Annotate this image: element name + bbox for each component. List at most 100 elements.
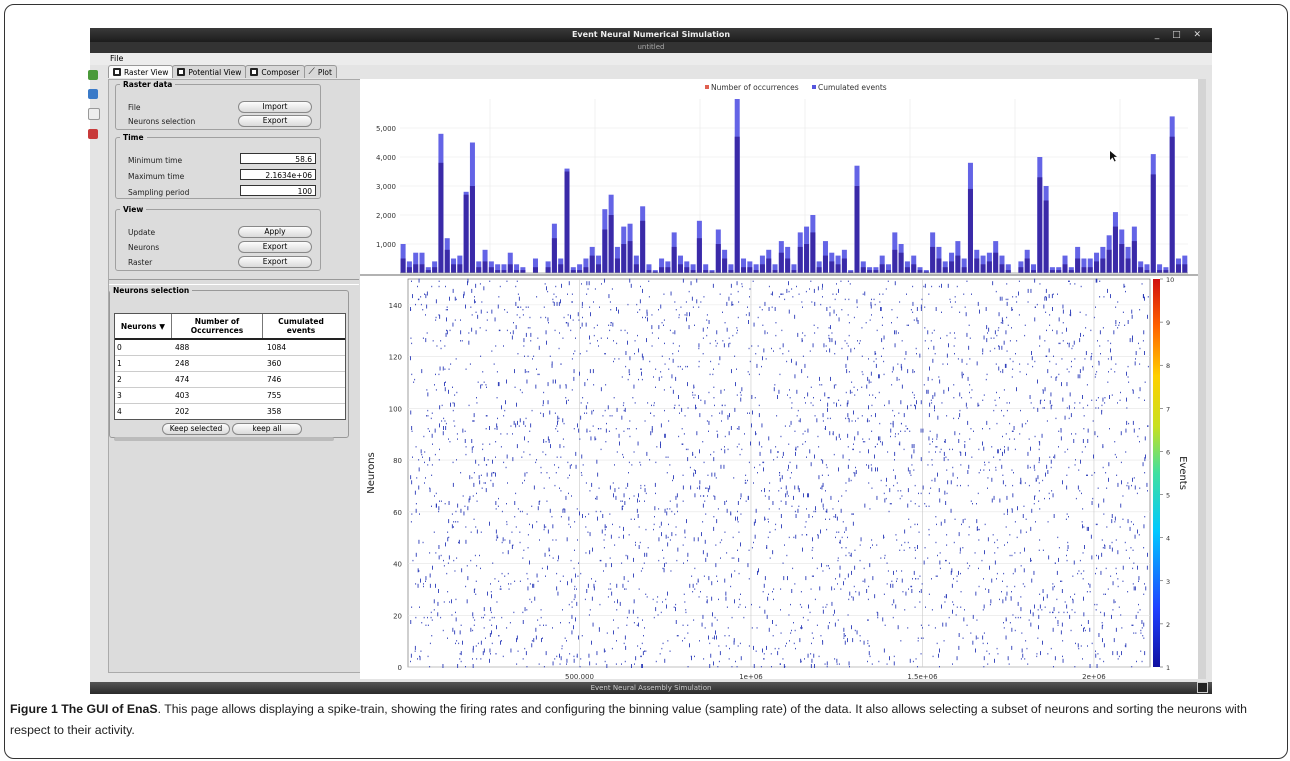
spike-mark <box>485 384 487 386</box>
raster-export-button[interactable]: Export <box>238 256 312 268</box>
tab-label: Raster View <box>124 67 169 77</box>
spike-mark <box>492 562 494 564</box>
histogram-bar-occurrences <box>715 244 721 273</box>
dock-app-icon[interactable] <box>88 89 98 99</box>
spike-mark <box>1034 495 1035 500</box>
vertical-scrollbar[interactable] <box>1198 79 1206 679</box>
sampling-period-field[interactable]: 100 <box>240 185 316 196</box>
spike-mark <box>573 369 575 374</box>
spike-mark <box>681 368 683 370</box>
spike-mark <box>1114 601 1116 603</box>
spike-mark <box>659 526 661 528</box>
spike-mark <box>1115 627 1117 632</box>
spike-mark <box>686 519 687 524</box>
spike-mark <box>907 467 909 472</box>
spike-mark <box>506 433 508 435</box>
spike-mark <box>727 415 729 417</box>
tab-potential-view[interactable]: Potential View <box>172 65 247 78</box>
col-neurons[interactable]: Neurons ▼ <box>115 314 172 338</box>
spike-mark <box>841 495 843 497</box>
tab-plot[interactable]: ⟋ Plot <box>303 65 337 78</box>
spike-mark <box>867 642 869 645</box>
import-button[interactable]: Import <box>238 101 312 113</box>
spike-mark <box>910 404 912 407</box>
spike-mark <box>1057 293 1058 295</box>
splitter[interactable] <box>109 279 359 285</box>
spike-mark <box>560 622 561 624</box>
spike-mark <box>549 554 551 557</box>
table-row[interactable]: 4 202 358 <box>115 404 345 419</box>
spike-mark <box>883 648 885 653</box>
tab-label: Potential View <box>188 67 242 77</box>
export-selection-button[interactable]: Export <box>238 115 312 127</box>
spike-mark <box>1082 658 1083 660</box>
table-row[interactable]: 2 474 746 <box>115 372 345 388</box>
spike-mark <box>682 624 684 626</box>
spike-mark <box>838 500 839 502</box>
spike-mark <box>874 594 876 599</box>
spike-mark <box>491 472 493 477</box>
spike-mark <box>804 334 806 337</box>
neurons-export-button[interactable]: Export <box>238 241 312 253</box>
spike-mark <box>957 477 958 479</box>
raster-xtick: 1.5e+06 <box>907 673 938 679</box>
spike-mark <box>1025 640 1027 642</box>
spike-mark <box>966 280 968 282</box>
spike-mark <box>1086 474 1087 476</box>
spike-mark <box>637 498 638 503</box>
histogram-bar-occurrences <box>797 246 803 273</box>
tab-composer[interactable]: Composer <box>245 65 305 78</box>
spike-mark <box>959 413 961 418</box>
spike-mark <box>1104 402 1106 404</box>
spike-mark <box>422 456 423 458</box>
spike-mark <box>814 332 816 334</box>
spike-mark <box>592 369 594 374</box>
spike-mark <box>604 278 605 283</box>
spike-mark <box>1030 609 1031 614</box>
dock-app-icon[interactable] <box>88 70 98 80</box>
spike-mark <box>1050 405 1052 410</box>
horizontal-scrollbar[interactable] <box>114 437 334 441</box>
col-cumulated[interactable]: Cumulated events <box>263 314 339 338</box>
spike-mark <box>1004 446 1005 448</box>
dock-app-icon[interactable] <box>88 129 98 139</box>
spike-mark <box>568 281 570 286</box>
spike-mark <box>1132 335 1133 340</box>
spike-mark <box>1062 655 1063 658</box>
spike-mark <box>726 500 727 502</box>
spike-mark <box>731 303 733 306</box>
menu-file[interactable]: File <box>110 54 123 63</box>
spike-mark <box>1034 317 1036 322</box>
apply-button[interactable]: Apply <box>238 226 312 238</box>
col-occurrences[interactable]: Number of Occurrences <box>172 314 263 338</box>
spike-mark <box>985 378 987 381</box>
spike-mark <box>822 482 824 487</box>
histogram-bar-occurrences <box>879 264 885 273</box>
spike-mark <box>483 616 484 619</box>
spike-mark <box>935 516 937 518</box>
tab-raster-view[interactable]: Raster View <box>108 65 174 78</box>
spike-mark <box>410 521 412 523</box>
table-row[interactable]: 1 248 360 <box>115 356 345 372</box>
spike-mark <box>841 547 843 549</box>
table-cell: 3 <box>117 391 122 400</box>
spike-mark <box>573 567 575 570</box>
spike-mark <box>560 363 562 365</box>
table-row[interactable]: 3 403 755 <box>115 388 345 404</box>
spike-mark <box>691 296 693 301</box>
table-row[interactable]: 0 488 1084 <box>115 340 345 356</box>
resize-icon[interactable] <box>1197 682 1208 693</box>
spike-mark <box>848 459 850 461</box>
spike-mark <box>1002 451 1003 456</box>
window-titlebar[interactable]: Event Neural Numerical Simulation _ □ ✕ <box>90 28 1212 42</box>
keep-all-button[interactable]: keep all <box>232 423 302 435</box>
dock-app-icon[interactable] <box>88 108 100 120</box>
window-controls[interactable]: _ □ ✕ <box>1155 28 1206 42</box>
spike-mark <box>473 518 475 520</box>
min-time-field[interactable]: 58.6 <box>240 153 316 164</box>
spike-mark <box>807 376 809 378</box>
max-time-field[interactable]: 2.1634e+06 <box>240 169 316 180</box>
spike-mark <box>591 482 593 487</box>
keep-selected-button[interactable]: Keep selected <box>162 423 230 435</box>
spike-mark <box>1003 340 1005 345</box>
